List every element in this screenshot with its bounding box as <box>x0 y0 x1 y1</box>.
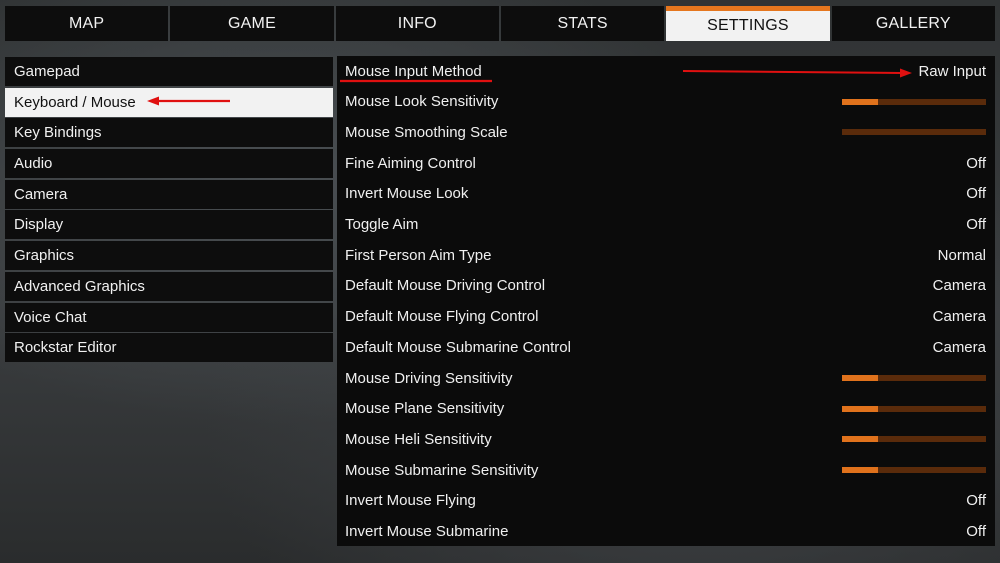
menu-item-advanced-graphics[interactable]: Advanced Graphics <box>5 271 333 301</box>
setting-label: Mouse Submarine Sensitivity <box>345 461 539 479</box>
setting-label: Mouse Driving Sensitivity <box>345 369 513 387</box>
tab-info[interactable]: INFO <box>335 6 499 41</box>
menu-item-graphics[interactable]: Graphics <box>5 241 333 271</box>
slider-fill <box>842 405 878 412</box>
tab-settings[interactable]: SETTINGS <box>666 6 830 41</box>
setting-row-invert-mouse-look[interactable]: Invert Mouse Look Off <box>337 179 995 209</box>
setting-slider[interactable] <box>842 98 986 105</box>
menu-item-voice-chat[interactable]: Voice Chat <box>5 302 333 332</box>
setting-label: Default Mouse Driving Control <box>345 277 546 295</box>
setting-label: First Person Aim Type <box>345 246 492 264</box>
setting-row-invert-mouse-submarine[interactable]: Invert Mouse Submarine Off <box>337 517 995 547</box>
setting-row-default-mouse-submarine-control[interactable]: Default Mouse Submarine Control Camera <box>337 332 995 362</box>
setting-value[interactable]: Camera <box>933 339 986 356</box>
setting-label: Mouse Smoothing Scale <box>345 123 508 141</box>
setting-slider[interactable] <box>842 129 986 136</box>
settings-panel: Mouse Input Method Raw Input Mouse Look Se… <box>337 56 995 546</box>
menu-item-rockstar-editor[interactable]: Rockstar Editor <box>5 333 333 363</box>
setting-label: Invert Mouse Look <box>345 185 469 203</box>
setting-label: Fine Aiming Control <box>345 154 476 172</box>
setting-row-toggle-aim[interactable]: Toggle Aim Off <box>337 210 995 240</box>
setting-row-mouse-driving-sensitivity[interactable]: Mouse Driving Sensitivity <box>337 363 995 393</box>
setting-row-mouse-submarine-sensitivity[interactable]: Mouse Submarine Sensitivity <box>337 455 995 485</box>
slider-fill <box>842 375 878 381</box>
menu-item-keyboard-mouse[interactable]: Keyboard / Mouse <box>5 87 333 117</box>
tab-game[interactable]: GAME <box>170 6 334 41</box>
slider-fill <box>842 467 878 474</box>
setting-label: Mouse Heli Sensitivity <box>345 430 492 448</box>
setting-value[interactable]: Camera <box>933 308 986 325</box>
setting-value[interactable]: Off <box>966 155 986 172</box>
setting-slider[interactable] <box>842 436 986 443</box>
setting-label: Mouse Look Sensitivity <box>345 93 499 111</box>
setting-label: Toggle Aim <box>345 216 419 233</box>
setting-row-mouse-input-method[interactable]: Mouse Input Method Raw Input <box>337 56 995 86</box>
slider-fill <box>842 98 878 105</box>
menu-item-camera[interactable]: Camera <box>5 179 333 209</box>
setting-slider[interactable] <box>842 405 986 412</box>
setting-label: Invert Mouse Submarine <box>345 523 509 540</box>
setting-value[interactable]: Raw Input <box>918 63 986 80</box>
setting-row-mouse-heli-sensitivity[interactable]: Mouse Heli Sensitivity <box>337 424 995 454</box>
setting-label: Default Mouse Submarine Control <box>345 338 571 356</box>
setting-value[interactable]: Camera <box>933 277 986 294</box>
setting-row-default-mouse-driving-control[interactable]: Default Mouse Driving Control Camera <box>337 271 995 301</box>
setting-value[interactable]: Off <box>966 216 986 233</box>
tab-bar: MAP GAME INFO STATS SETTINGS GALLERY <box>5 6 995 41</box>
setting-value[interactable]: Off <box>966 185 986 202</box>
tab-gallery[interactable]: GALLERY <box>831 6 995 41</box>
setting-row-invert-mouse-flying[interactable]: Invert Mouse Flying Off <box>337 486 995 516</box>
setting-value[interactable]: Off <box>966 523 986 540</box>
setting-slider[interactable] <box>842 467 986 474</box>
setting-row-first-person-aim-type[interactable]: First Person Aim Type Normal <box>337 240 995 270</box>
menu-item-key-bindings[interactable]: Key Bindings <box>5 118 333 148</box>
setting-label: Mouse Plane Sensitivity <box>345 400 505 418</box>
tab-stats[interactable]: STATS <box>500 6 665 41</box>
setting-row-fine-aiming-control[interactable]: Fine Aiming Control Off <box>337 148 995 178</box>
setting-label: Invert Mouse Flying <box>345 492 476 510</box>
slider-fill <box>842 436 878 443</box>
menu-item-audio[interactable]: Audio <box>5 149 333 179</box>
setting-row-mouse-look-sensitivity[interactable]: Mouse Look Sensitivity <box>337 87 995 117</box>
settings-category-menu: Gamepad Keyboard / Mouse Key Bindings Au… <box>5 57 333 364</box>
setting-label: Default Mouse Flying Control <box>345 308 539 326</box>
setting-row-default-mouse-flying-control[interactable]: Default Mouse Flying Control Camera <box>337 302 995 332</box>
setting-value[interactable]: Normal <box>938 247 986 264</box>
setting-slider[interactable] <box>842 375 986 381</box>
setting-row-mouse-smoothing-scale[interactable]: Mouse Smoothing Scale <box>337 117 995 147</box>
menu-item-gamepad[interactable]: Gamepad <box>5 57 333 86</box>
setting-value[interactable]: Off <box>966 492 986 509</box>
menu-item-display[interactable]: Display <box>5 210 333 240</box>
tab-map[interactable]: MAP <box>5 6 169 41</box>
setting-label: Mouse Input Method <box>345 62 482 80</box>
setting-row-mouse-plane-sensitivity[interactable]: Mouse Plane Sensitivity <box>337 394 995 424</box>
